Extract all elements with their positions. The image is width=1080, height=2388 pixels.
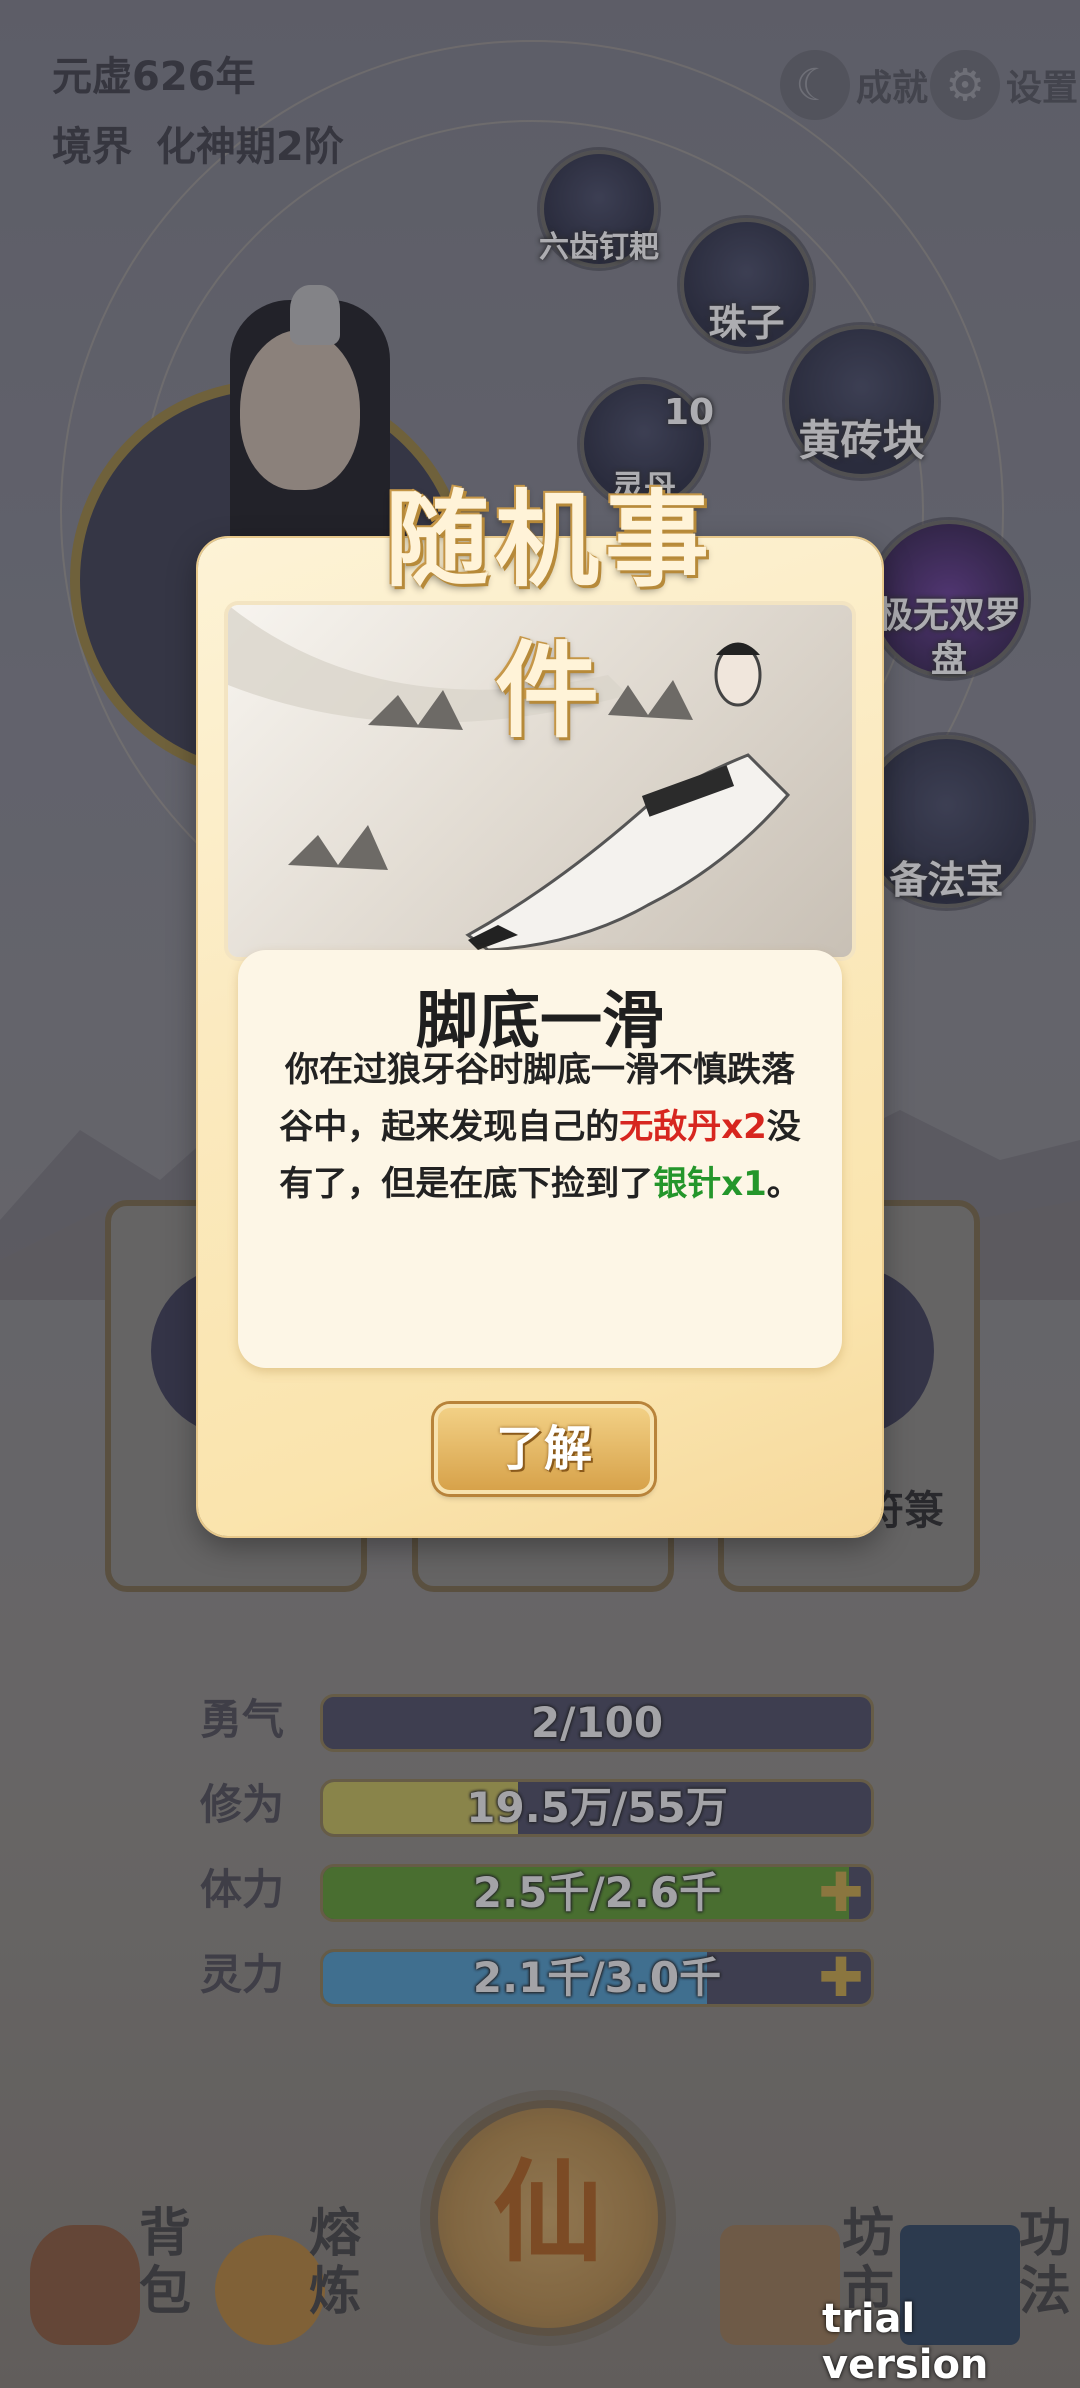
realm-label: 境界: [52, 124, 132, 170]
stat-value: 2.5千/2.6千: [472, 1868, 722, 1917]
item-label: 珠子: [708, 301, 785, 345]
xian-main-button[interactable]: 仙: [430, 2100, 666, 2336]
item-count: 10: [663, 392, 715, 433]
stat-bar: 2/100: [320, 1694, 874, 1752]
gear-icon: ⚙: [930, 50, 1000, 120]
item-bubble[interactable]: 黄砖块: [785, 325, 938, 478]
stat-name: 勇气: [200, 1695, 285, 1744]
settings-label: 设置: [1006, 68, 1079, 109]
game-screen: 元虚626年 境界 化神期2阶 ☾ 成就 ⚙ 设置 六齿钉耙 珠子 黄砖块 10…: [0, 0, 1080, 2388]
item-label: 备法宝: [889, 858, 1004, 902]
gained-item-text: 银针x1: [653, 1164, 767, 1204]
realm-text: 境界 化神期2阶: [52, 112, 344, 182]
moon-star-icon: ☾: [780, 50, 850, 120]
item-bubble[interactable]: 极无双罗盘: [870, 520, 1028, 680]
character-hairpin: [290, 285, 340, 345]
item-bubble[interactable]: 珠子: [680, 218, 813, 351]
stat-value: 19.5万/55万: [466, 1783, 728, 1832]
lost-item-text: 无敌丹x2: [619, 1107, 767, 1147]
stat-cultivation: 修为 19.5万/55万: [200, 1775, 880, 1837]
stat-bar: 2.5千/2.6千 ✚: [320, 1864, 874, 1922]
nav-bag[interactable]: 背包: [20, 2195, 200, 2355]
event-text-card: 脚底一滑 你在过狼牙谷时脚底一滑不慎跌落谷中，起来发现自己的无敌丹x2没有了，但…: [238, 950, 842, 1368]
achievement-label: 成就: [856, 68, 929, 109]
desc-text: 。: [766, 1164, 801, 1204]
settings-button[interactable]: ⚙ 设置: [930, 40, 1078, 130]
era-text: 元虚626年: [52, 54, 256, 100]
stat-value: 2/100: [530, 1698, 664, 1747]
item-bubble[interactable]: 六齿钉耙: [539, 150, 659, 268]
event-description: 你在过狼牙谷时脚底一滑不慎跌落谷中，起来发现自己的无敌丹x2没有了，但是在底下捡…: [276, 1042, 804, 1213]
nav-bag-label: 背包: [138, 2204, 191, 2322]
stat-spirit: 灵力 2.1千/3.0千 ✚: [200, 1945, 880, 2007]
stat-name: 灵力: [200, 1950, 285, 1999]
stat-courage: 勇气 2/100: [200, 1690, 880, 1752]
understand-button[interactable]: 了解: [434, 1404, 654, 1494]
item-label: 六齿钉耙: [539, 230, 659, 265]
watermark: trial version: [822, 2296, 989, 2388]
bag-icon: [30, 2225, 140, 2345]
add-spirit-button[interactable]: ✚: [811, 1952, 871, 2004]
stat-bar: 2.1千/3.0千 ✚: [320, 1949, 874, 2007]
stat-stamina: 体力 2.5千/2.6千 ✚: [200, 1860, 880, 1922]
stat-value: 2.1千/3.0千: [472, 1953, 722, 2002]
dialog-title: 随机事件: [384, 478, 715, 752]
stat-name: 修为: [200, 1780, 285, 1829]
item-bubble[interactable]: 备法宝: [860, 735, 1033, 908]
item-label: 极无双罗盘: [876, 595, 1021, 680]
header-info: 元虚626年 境界 化神期2阶: [52, 42, 344, 182]
achievement-button[interactable]: ☾ 成就: [780, 40, 928, 130]
xian-label: 仙: [493, 2148, 603, 2277]
stat-bar: 19.5万/55万: [320, 1779, 874, 1837]
stat-name: 体力: [200, 1865, 285, 1914]
item-label: 黄砖块: [798, 416, 925, 465]
nav-smelt[interactable]: 熔炼: [205, 2195, 385, 2355]
realm-value: 化神期2阶: [155, 124, 344, 170]
nav-smelt-label: 熔炼: [308, 2204, 361, 2322]
add-stamina-button[interactable]: ✚: [811, 1867, 871, 1919]
